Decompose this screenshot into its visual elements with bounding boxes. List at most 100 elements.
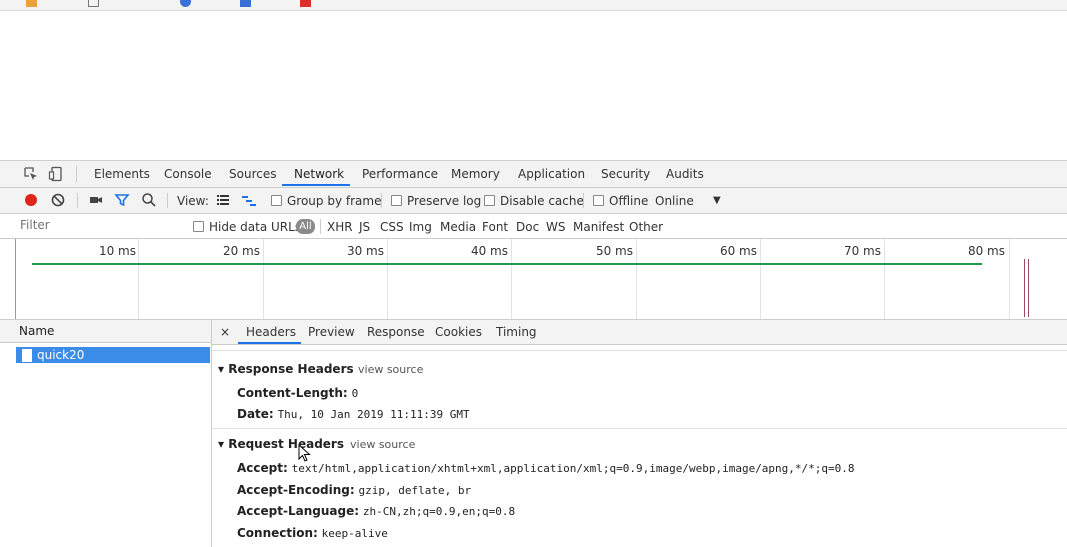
name-column-header[interactable]: Name bbox=[0, 320, 211, 343]
filter-icon[interactable] bbox=[114, 192, 130, 208]
tab-application[interactable]: Application bbox=[518, 167, 585, 181]
request-row[interactable]: quick20 bbox=[16, 347, 210, 363]
tab-console[interactable]: Console bbox=[164, 167, 212, 181]
response-headers-title: Response Headers bbox=[228, 362, 354, 376]
header-row: Accept-Language: zh-CN,zh;q=0.9,en;q=0.8 bbox=[237, 504, 515, 518]
hide-data-urls-checkbox[interactable]: Hide data URLs bbox=[193, 220, 301, 234]
tab-headers[interactable]: Headers bbox=[246, 325, 296, 339]
header-value: Thu, 10 Jan 2019 11:11:39 GMT bbox=[277, 408, 470, 421]
header-value: keep-alive bbox=[321, 527, 388, 540]
filter-media[interactable]: Media bbox=[440, 220, 476, 234]
offline-checkbox[interactable]: Offline bbox=[593, 194, 648, 208]
inspect-element-icon[interactable] bbox=[23, 166, 39, 182]
gridline bbox=[760, 239, 761, 319]
request-detail-pane: × Headers Preview Response Cookies Timin… bbox=[212, 320, 1067, 547]
capture-screenshots-icon[interactable] bbox=[88, 192, 104, 208]
response-headers-section[interactable]: ▾ Response Headers bbox=[218, 362, 354, 376]
tick-label: 20 ms bbox=[222, 244, 260, 258]
name-column-label: Name bbox=[19, 324, 55, 338]
load-event-marker bbox=[1028, 259, 1029, 317]
timeline-overview[interactable]: 10 ms 20 ms 30 ms 40 ms 50 ms 60 ms 70 m… bbox=[0, 239, 1067, 320]
filter-doc[interactable]: Doc bbox=[516, 220, 539, 234]
tab-security[interactable]: Security bbox=[601, 167, 650, 181]
header-key: Accept: bbox=[237, 461, 288, 475]
filter-all-button[interactable]: All bbox=[296, 219, 315, 234]
filter-font[interactable]: Font bbox=[482, 220, 508, 234]
divider bbox=[381, 193, 382, 208]
header-row: Connection: keep-alive bbox=[237, 526, 388, 540]
hide-data-urls-label: Hide data URLs bbox=[209, 220, 302, 234]
tab-network[interactable]: Network bbox=[294, 167, 344, 181]
tab-audits[interactable]: Audits bbox=[666, 167, 704, 181]
chevron-down-icon[interactable]: ▼ bbox=[713, 195, 721, 206]
throttling-select[interactable]: Online bbox=[655, 194, 694, 208]
tick-label: 30 ms bbox=[346, 244, 384, 258]
checkbox-icon bbox=[593, 195, 604, 206]
document-icon bbox=[22, 349, 32, 362]
tab-elements[interactable]: Elements bbox=[94, 167, 150, 181]
overview-icon[interactable] bbox=[241, 192, 257, 208]
tab-preview[interactable]: Preview bbox=[308, 325, 355, 339]
tick-label: 50 ms bbox=[595, 244, 633, 258]
page-icon bbox=[88, 0, 99, 7]
checkbox-icon bbox=[271, 195, 282, 206]
view-label: View: bbox=[177, 194, 209, 208]
divider bbox=[76, 166, 77, 182]
filter-ws[interactable]: WS bbox=[546, 220, 565, 234]
page-viewport bbox=[0, 11, 1067, 160]
dom-content-loaded-marker bbox=[1024, 259, 1025, 317]
filter-manifest[interactable]: Manifest bbox=[573, 220, 624, 234]
checkbox-icon bbox=[484, 195, 495, 206]
disable-cache-checkbox[interactable]: Disable cache bbox=[484, 194, 584, 208]
mouse-cursor-icon bbox=[298, 444, 311, 462]
response-view-source-link[interactable]: view source bbox=[358, 363, 423, 376]
preserve-log-checkbox[interactable]: Preserve log bbox=[391, 194, 481, 208]
gridline bbox=[511, 239, 512, 319]
bookmark-item[interactable] bbox=[240, 0, 255, 8]
filter-other[interactable]: Other bbox=[629, 220, 663, 234]
request-view-source-link[interactable]: view source bbox=[350, 438, 415, 451]
devtools-tabbar: Elements Console Sources Network Perform… bbox=[0, 161, 1067, 188]
large-rows-icon[interactable] bbox=[215, 192, 231, 208]
clear-icon[interactable] bbox=[50, 192, 66, 208]
header-value: 0 bbox=[351, 387, 359, 400]
divider bbox=[212, 428, 1067, 429]
filter-input[interactable] bbox=[20, 217, 180, 233]
gridline bbox=[1009, 239, 1010, 319]
request-list: Name quick20 bbox=[0, 320, 212, 547]
tab-timing[interactable]: Timing bbox=[496, 325, 537, 339]
preserve-log-label: Preserve log bbox=[407, 194, 482, 208]
header-row: Content-Length: 0 bbox=[237, 386, 358, 400]
bookmark-item[interactable] bbox=[26, 0, 41, 8]
record-icon[interactable] bbox=[23, 192, 39, 208]
device-toolbar-icon[interactable] bbox=[48, 166, 64, 182]
filter-js[interactable]: JS bbox=[359, 220, 370, 234]
group-by-frame-label: Group by frame bbox=[287, 194, 382, 208]
search-icon[interactable] bbox=[141, 192, 157, 208]
site-icon bbox=[240, 0, 251, 7]
tab-response[interactable]: Response bbox=[367, 325, 425, 339]
header-key: Connection: bbox=[237, 526, 318, 540]
checkbox-icon bbox=[193, 221, 204, 232]
header-row: Date: Thu, 10 Jan 2019 11:11:39 GMT bbox=[237, 407, 470, 421]
header-value: zh-CN,zh;q=0.9,en;q=0.8 bbox=[362, 505, 516, 518]
bookmark-item[interactable] bbox=[88, 0, 103, 8]
group-by-frame-checkbox[interactable]: Group by frame bbox=[271, 194, 381, 208]
close-icon[interactable]: × bbox=[220, 325, 230, 339]
bookmark-item[interactable] bbox=[180, 0, 195, 8]
tick-label: 40 ms bbox=[470, 244, 508, 258]
request-name: quick20 bbox=[37, 348, 85, 362]
tab-performance[interactable]: Performance bbox=[362, 167, 438, 181]
devtools-panel: Elements Console Sources Network Perform… bbox=[0, 160, 1067, 547]
tab-sources[interactable]: Sources bbox=[229, 167, 276, 181]
header-row: Accept: text/html,application/xhtml+xml,… bbox=[237, 461, 855, 475]
filter-bar: Hide data URLs All XHR JS CSS Img Media … bbox=[0, 214, 1067, 239]
bookmark-item[interactable] bbox=[300, 0, 315, 8]
filter-img[interactable]: Img bbox=[409, 220, 432, 234]
request-headers-title: Request Headers bbox=[228, 437, 344, 451]
filter-xhr[interactable]: XHR bbox=[327, 220, 353, 234]
tab-memory[interactable]: Memory bbox=[451, 167, 500, 181]
tab-cookies[interactable]: Cookies bbox=[435, 325, 482, 339]
request-headers-section[interactable]: ▾ Request Headers bbox=[218, 437, 344, 451]
filter-css[interactable]: CSS bbox=[380, 220, 404, 234]
